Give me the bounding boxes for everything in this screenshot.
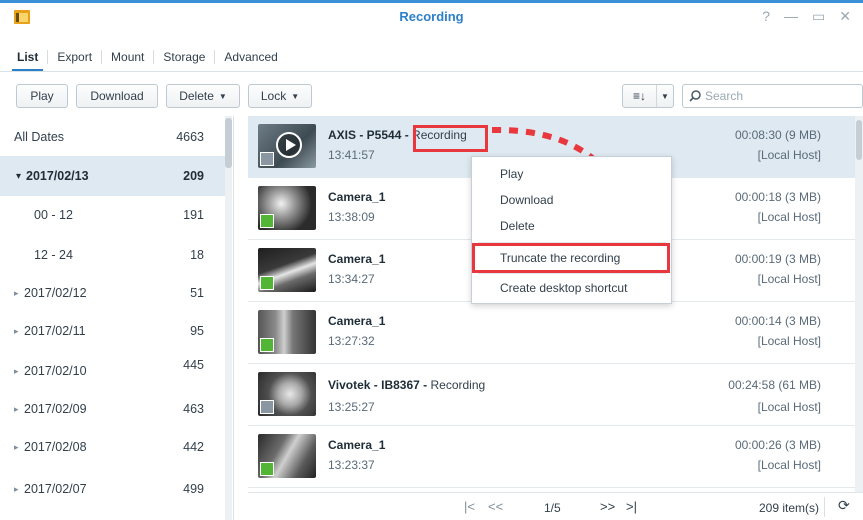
close-icon[interactable]: ✕ xyxy=(839,8,851,25)
recording-row[interactable]: Camera_1 13:27:32 00:00:14 (3 MB) [Local… xyxy=(248,302,855,364)
play-overlay-icon[interactable] xyxy=(276,132,302,158)
menu-item-download[interactable]: Download xyxy=(472,188,671,212)
search-icon xyxy=(689,90,701,102)
expand-arrow-icon[interactable]: ▸ xyxy=(14,442,19,453)
sidebar-item-2017-02-13[interactable]: ▾ 2017/02/13 209 xyxy=(0,156,226,196)
pagination-bar: |< << 1/5 >> >| 209 item(s) ⟳ xyxy=(248,492,863,520)
sidebar-item-2017-02-10[interactable]: ▸ 2017/02/10 445 xyxy=(0,352,226,390)
maximize-icon[interactable]: ▭ xyxy=(812,8,825,25)
prev-page-icon[interactable]: << xyxy=(488,499,503,514)
list-scrollbar[interactable] xyxy=(855,116,863,492)
tab-mount[interactable]: Mount xyxy=(102,50,155,64)
chevron-down-icon: ▼ xyxy=(661,91,669,101)
sidebar-item-all-dates[interactable]: All Dates 4663 xyxy=(0,118,226,156)
recording-thumbnail xyxy=(258,186,316,230)
first-page-icon[interactable]: |< xyxy=(464,499,475,514)
expand-arrow-icon[interactable]: ▸ xyxy=(14,288,19,299)
chevron-down-icon: ▼ xyxy=(218,91,227,101)
next-page-icon[interactable]: >> xyxy=(600,499,615,514)
status-badge xyxy=(260,276,274,290)
title-bar: Recording ? — ▭ ✕ xyxy=(0,0,863,44)
tab-list[interactable]: List xyxy=(8,50,49,72)
pane-divider xyxy=(233,116,234,520)
status-badge xyxy=(260,400,274,414)
recording-highlight-box xyxy=(413,125,488,152)
expand-arrow-icon[interactable]: ▸ xyxy=(14,484,19,495)
recording-row[interactable]: Vivotek - IB8367 - Recording 13:25:27 00… xyxy=(248,364,855,426)
recording-thumbnail xyxy=(258,372,316,416)
sidebar-item-2017-02-09[interactable]: ▸ 2017/02/09 463 xyxy=(0,390,226,428)
page-indicator: 1/5 xyxy=(544,501,561,515)
menu-item-delete[interactable]: Delete xyxy=(472,214,671,238)
tab-bar: List Export Mount Storage Advanced xyxy=(8,44,287,72)
menu-item-play[interactable]: Play xyxy=(472,162,671,186)
play-button[interactable]: Play xyxy=(16,84,68,108)
menu-separator xyxy=(478,273,666,274)
expand-arrow-icon[interactable]: ▸ xyxy=(14,366,19,377)
date-sidebar: All Dates 4663 ▾ 2017/02/13 209 00 - 12 … xyxy=(0,116,233,520)
recording-thumbnail xyxy=(258,434,316,478)
sidebar-scrollbar-thumb[interactable] xyxy=(225,118,232,168)
expand-arrow-icon[interactable]: ▸ xyxy=(14,404,19,415)
chevron-down-icon: ▼ xyxy=(291,91,300,101)
refresh-icon[interactable]: ⟳ xyxy=(838,497,850,514)
sidebar-item-2017-02-07[interactable]: ▸ 2017/02/07 499 xyxy=(0,470,226,508)
expand-arrow-icon[interactable]: ▾ xyxy=(16,171,21,182)
delete-dropdown-button[interactable]: Delete ▼ xyxy=(166,84,240,108)
truncate-highlight-box xyxy=(472,243,670,273)
sidebar-scrollbar[interactable] xyxy=(225,116,232,520)
item-count: 209 item(s) xyxy=(759,501,820,515)
minimize-icon[interactable]: — xyxy=(784,8,798,25)
window-title: Recording xyxy=(399,9,464,24)
tab-storage[interactable]: Storage xyxy=(154,50,216,64)
status-badge xyxy=(260,462,274,476)
recording-thumbnail xyxy=(258,248,316,292)
tab-divider xyxy=(0,71,863,72)
tab-export[interactable]: Export xyxy=(48,50,103,64)
recording-row[interactable]: Camera_1 13:23:37 00:00:26 (3 MB) [Local… xyxy=(248,426,855,488)
sort-icon: ≡↓ xyxy=(623,85,657,107)
recording-thumbnail xyxy=(258,124,316,168)
recording-thumbnail xyxy=(258,310,316,354)
download-button[interactable]: Download xyxy=(76,84,158,108)
sidebar-item-2017-02-08[interactable]: ▸ 2017/02/08 442 xyxy=(0,428,226,466)
pager-divider xyxy=(824,497,825,517)
menu-item-create-shortcut[interactable]: Create desktop shortcut xyxy=(472,276,671,300)
help-icon[interactable]: ? xyxy=(762,8,770,25)
list-scrollbar-thumb[interactable] xyxy=(856,120,862,160)
search-input[interactable] xyxy=(705,89,855,103)
sidebar-item-12-24[interactable]: 12 - 24 18 xyxy=(0,236,226,274)
context-menu: Play Download Delete Truncate the record… xyxy=(471,156,672,304)
status-badge xyxy=(260,214,274,228)
expand-arrow-icon[interactable]: ▸ xyxy=(14,326,19,337)
status-badge xyxy=(260,152,274,166)
toolbar: Play Download Delete ▼ Lock ▼ ≡↓ ▼ xyxy=(0,76,863,112)
last-page-icon[interactable]: >| xyxy=(626,499,637,514)
status-badge xyxy=(260,338,274,352)
sidebar-item-2017-02-11[interactable]: ▸ 2017/02/11 95 xyxy=(0,312,226,350)
sidebar-item-2017-02-12[interactable]: ▸ 2017/02/12 51 xyxy=(0,274,226,312)
tab-advanced[interactable]: Advanced xyxy=(215,50,286,64)
sidebar-item-00-12[interactable]: 00 - 12 191 xyxy=(0,196,226,234)
lock-dropdown-button[interactable]: Lock ▼ xyxy=(248,84,312,108)
sort-button[interactable]: ≡↓ ▼ xyxy=(622,84,674,108)
search-box[interactable] xyxy=(682,84,863,108)
